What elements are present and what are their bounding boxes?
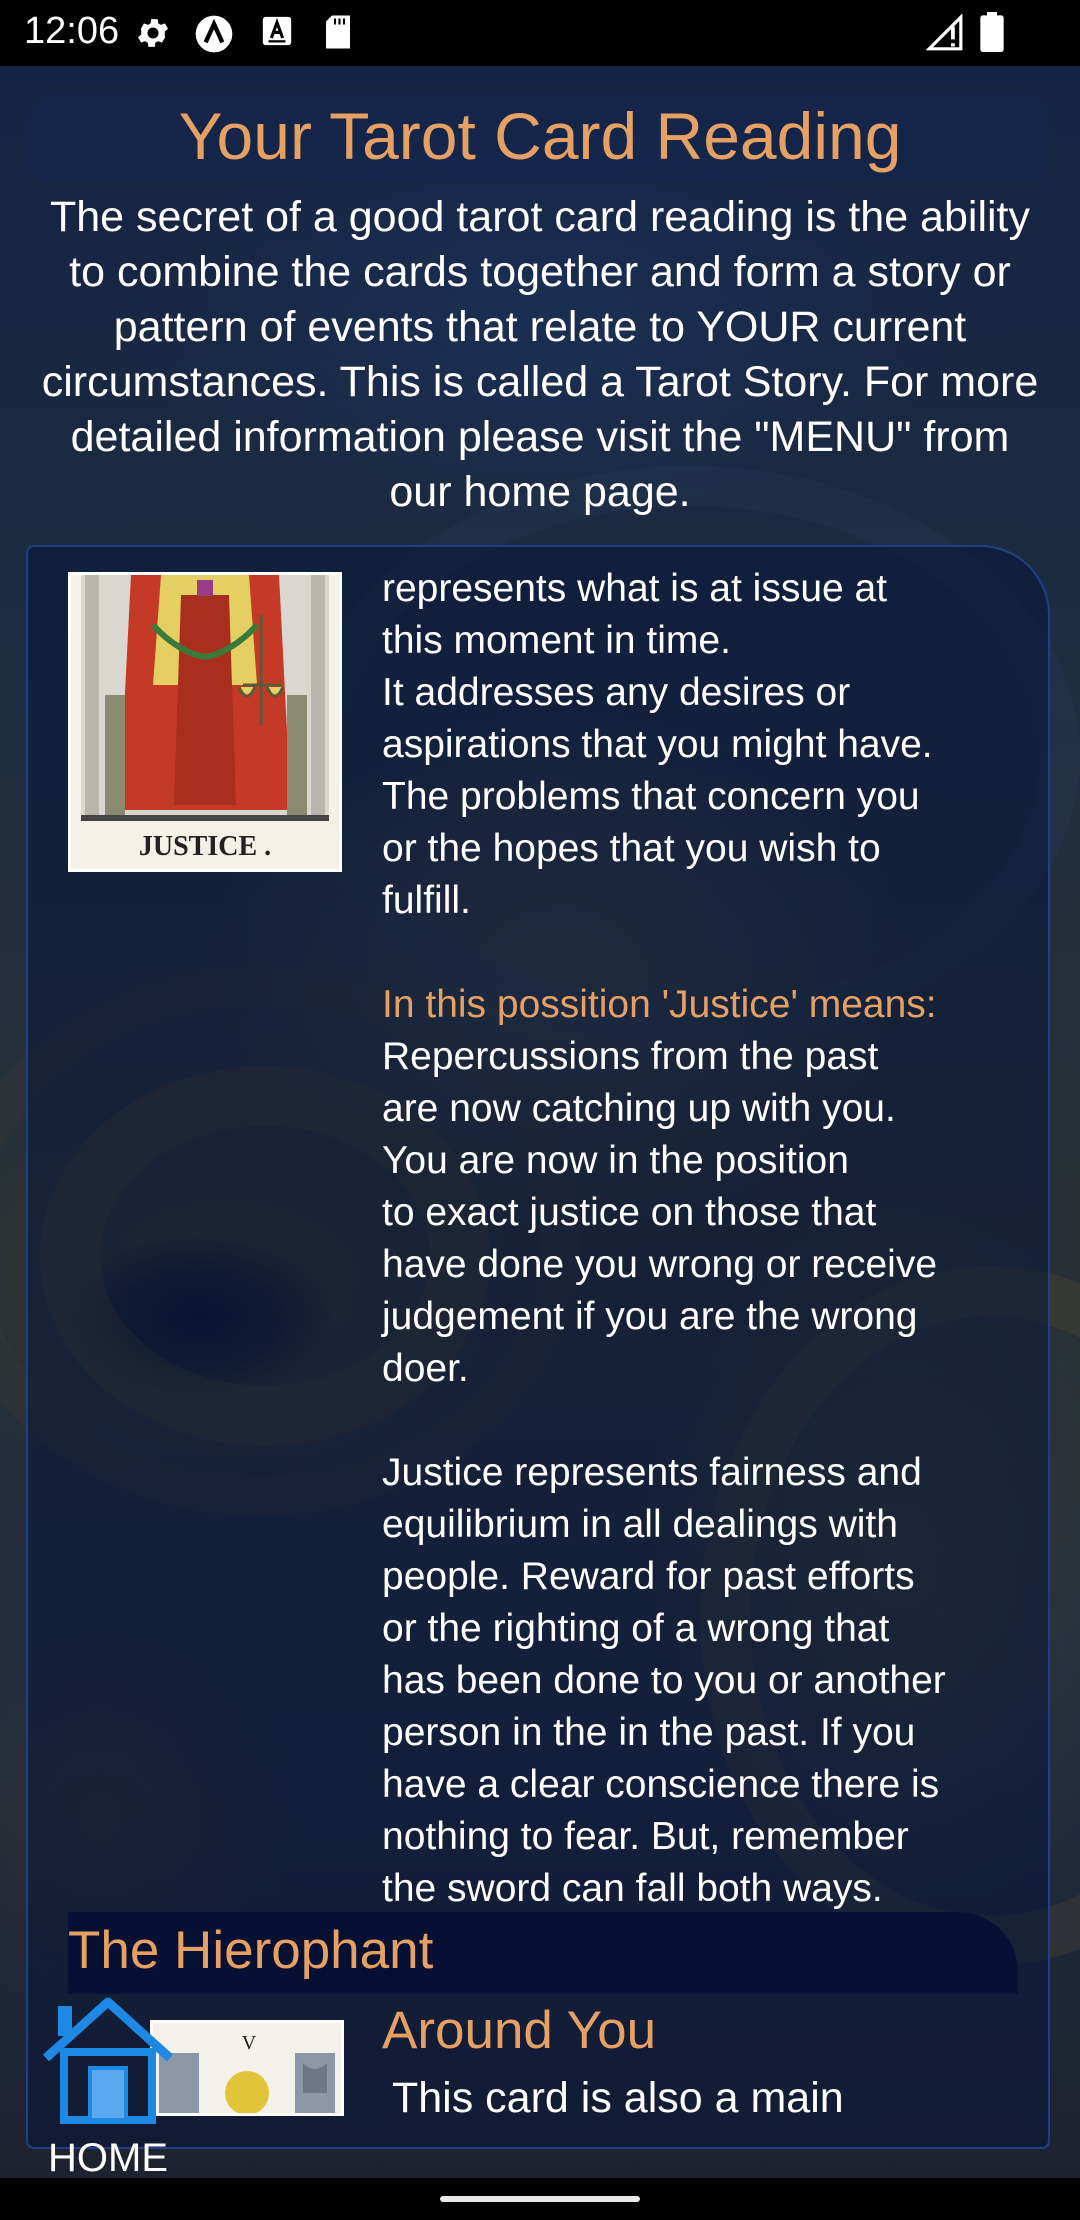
meaning-heading: In this possition 'Justice' means: <box>382 983 937 1026</box>
page-title: Your Tarot Card Reading <box>178 99 902 173</box>
hierophant-card-art: V <box>153 2023 341 2113</box>
justice-card-art: JUSTICE . <box>71 575 339 869</box>
card-extra-text: Justice represents fairness and equilibr… <box>382 1451 946 1910</box>
card-position-description: represents what is at issue at this mome… <box>382 567 933 922</box>
card-position-heading: Around You <box>382 2001 657 2060</box>
card-caption: JUSTICE . <box>139 831 271 862</box>
card-position-text: This card is also a main <box>392 2074 844 2122</box>
status-time: 12:06 <box>24 10 120 52</box>
battery-icon <box>980 12 1004 52</box>
next-card-title: The Hierophant <box>68 1921 434 1980</box>
gear-icon <box>137 19 169 47</box>
justice-card-image: JUSTICE . <box>68 572 342 872</box>
home-label[interactable]: HOME <box>48 2136 168 2181</box>
card-numeral: V <box>242 2032 257 2054</box>
home-icon <box>42 1997 174 2124</box>
sd-card-icon <box>326 15 350 49</box>
a-logo-icon <box>195 15 233 53</box>
card-reading-text: represents what is at issue at this mome… <box>382 563 1032 1915</box>
hierophant-card-image: V <box>150 2020 344 2116</box>
home-gesture-pill[interactable] <box>440 2196 640 2202</box>
a-box-icon <box>262 16 292 46</box>
card-meaning-text: Repercussions from the past are now catc… <box>382 1035 938 1390</box>
status-bar: 12:06 <box>0 0 1080 66</box>
intro-text: The secret of a good tarot card reading … <box>41 193 1039 516</box>
signal-icon <box>926 14 963 51</box>
